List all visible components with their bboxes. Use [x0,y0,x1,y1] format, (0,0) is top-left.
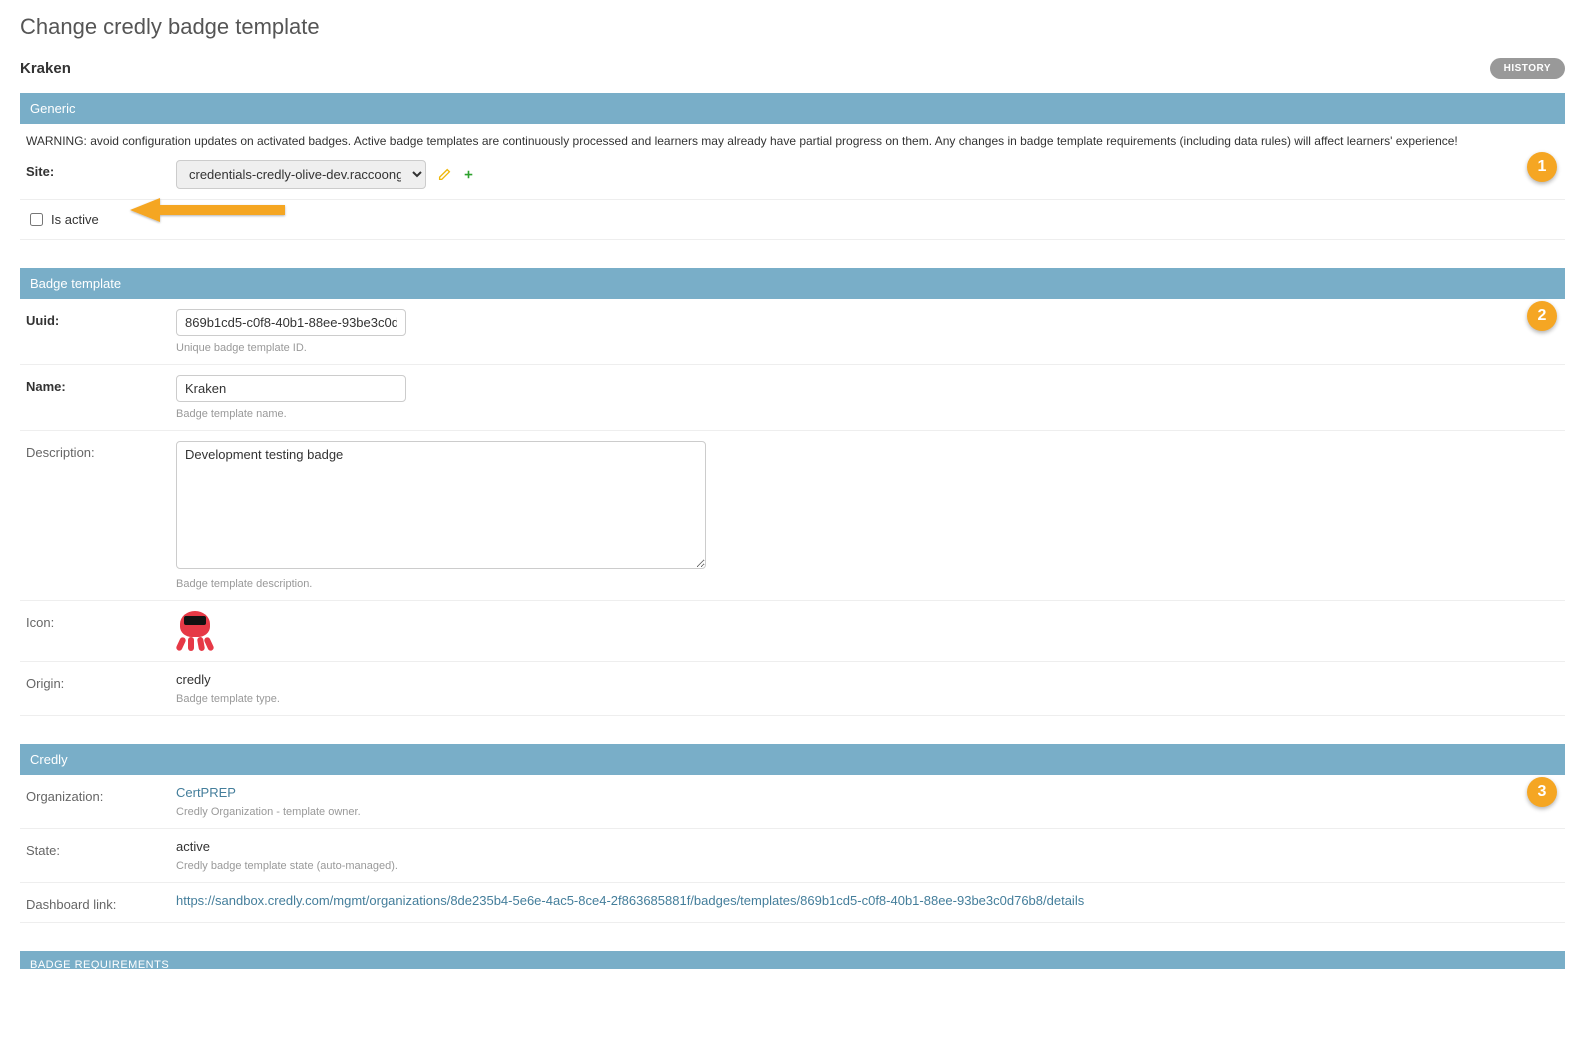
uuid-help: Unique badge template ID. [176,342,1559,354]
origin-label: Origin: [26,672,176,691]
name-input[interactable] [176,375,406,402]
is-active-checkbox[interactable] [30,213,43,226]
uuid-input[interactable] [176,309,406,336]
dashboard-link-label: Dashboard link: [26,893,176,912]
arrow-annotation-icon [120,195,290,225]
object-title: Kraken [20,60,71,77]
organization-label: Organization: [26,785,176,804]
section-header-badge-template: Badge template [20,268,1565,299]
pencil-icon[interactable] [438,168,451,184]
icon-label: Icon: [26,611,176,630]
organization-help: Credly Organization - template owner. [176,806,1559,818]
dashboard-link[interactable]: https://sandbox.credly.com/mgmt/organiza… [176,893,1084,908]
name-label: Name: [26,375,176,394]
page-title: Change credly badge template [20,14,1565,40]
section-header-generic: Generic [20,93,1565,124]
callout-1: 1 [1527,152,1557,182]
uuid-label: Uuid: [26,309,176,328]
name-help: Badge template name. [176,408,1559,420]
callout-2: 2 [1527,301,1557,331]
description-help: Badge template description. [176,578,1559,590]
site-label: Site: [26,160,176,179]
origin-value: credly [176,672,1559,687]
state-value: active [176,839,1559,854]
description-label: Description: [26,441,176,460]
state-help: Credly badge template state (auto-manage… [176,860,1559,872]
callout-3: 3 [1527,777,1557,807]
state-label: State: [26,839,176,858]
description-textarea[interactable] [176,441,706,569]
plus-icon[interactable] [462,168,475,184]
history-button[interactable]: HISTORY [1490,58,1565,79]
section-header-badge-requirements: BADGE REQUIREMENTS [20,951,1565,969]
icon-image [176,611,214,651]
warning-text: WARNING: avoid configuration updates on … [20,124,1565,150]
organization-link[interactable]: CertPREP [176,785,236,800]
section-header-credly: Credly [20,744,1565,775]
origin-help: Badge template type. [176,693,1559,705]
site-select[interactable]: credentials-credly-olive-dev.raccoongang… [176,160,426,189]
is-active-label[interactable]: Is active [51,212,99,227]
